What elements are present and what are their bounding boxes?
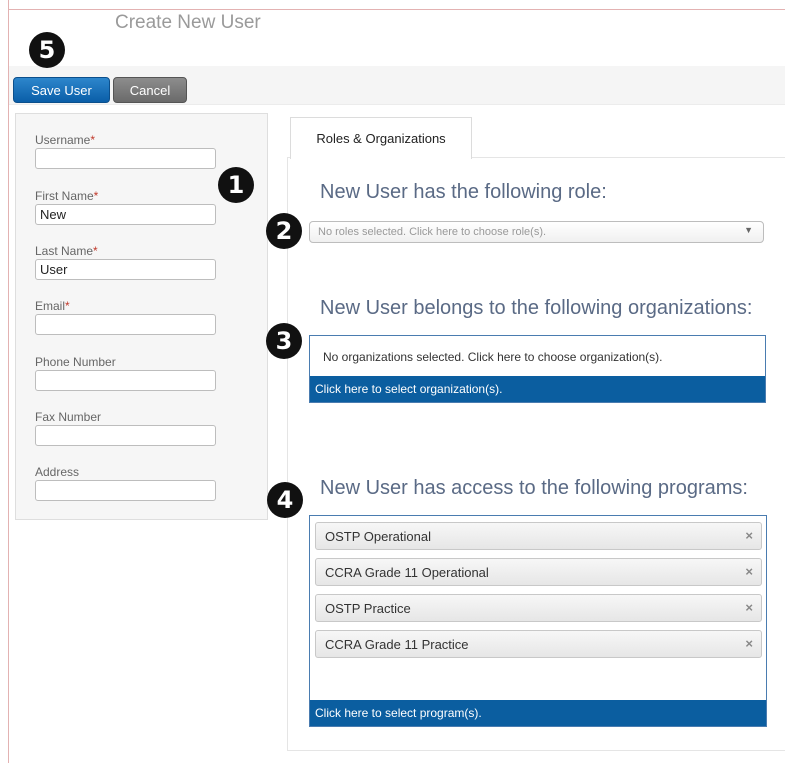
address-input[interactable] (35, 480, 216, 501)
roles-heading: New User has the following role: (320, 181, 607, 203)
frame-border-left (8, 0, 9, 763)
page-title: Create New User (115, 12, 261, 33)
save-user-button[interactable]: Save User (13, 77, 110, 103)
step-badge: 4 (267, 482, 303, 518)
fax-input[interactable] (35, 425, 216, 446)
select-organizations-link[interactable]: Click here to select organization(s). (310, 376, 765, 402)
frame-border-top (8, 9, 785, 10)
remove-icon[interactable]: × (745, 528, 753, 543)
role-select[interactable]: No roles selected. Click here to choose … (309, 221, 764, 243)
organizations-empty-text[interactable]: No organizations selected. Click here to… (323, 350, 663, 364)
program-chip: CCRA Grade 11 Operational × (315, 558, 762, 586)
email-input[interactable] (35, 314, 216, 335)
fax-label: Fax Number (35, 410, 102, 424)
program-chip-label: CCRA Grade 11 Operational (325, 565, 489, 580)
chevron-down-icon: ▼ (744, 225, 753, 235)
phone-input[interactable] (35, 370, 216, 391)
programs-heading: New User has access to the following pro… (320, 477, 748, 499)
phone-label: Phone Number (35, 355, 116, 369)
step-badge: 2 (266, 213, 302, 249)
tab-roles-organizations[interactable]: Roles & Organizations (290, 117, 472, 159)
first-name-input[interactable] (35, 204, 216, 225)
step-badge: 3 (266, 323, 302, 359)
program-chip: OSTP Practice × (315, 594, 762, 622)
step-badge: 5 (29, 32, 65, 68)
program-chip: CCRA Grade 11 Practice × (315, 630, 762, 658)
programs-box: OSTP Operational × CCRA Grade 11 Operati… (309, 515, 767, 727)
program-chip: OSTP Operational × (315, 522, 762, 550)
select-programs-link[interactable]: Click here to select program(s). (310, 700, 766, 726)
cancel-button[interactable]: Cancel (113, 77, 187, 103)
remove-icon[interactable]: × (745, 636, 753, 651)
organizations-box[interactable]: No organizations selected. Click here to… (309, 335, 766, 403)
username-label: Username* (35, 133, 96, 147)
program-chip-label: CCRA Grade 11 Practice (325, 637, 469, 652)
organizations-heading: New User belongs to the following organi… (320, 297, 753, 319)
email-label: Email* (35, 299, 70, 313)
address-label: Address (35, 465, 80, 479)
remove-icon[interactable]: × (745, 600, 753, 615)
role-select-placeholder: No roles selected. Click here to choose … (318, 226, 547, 238)
last-name-label: Last Name* (35, 244, 98, 258)
remove-icon[interactable]: × (745, 564, 753, 579)
username-input[interactable] (35, 148, 216, 169)
first-name-label: First Name* (35, 189, 99, 203)
program-chip-label: OSTP Practice (325, 601, 411, 616)
step-badge: 1 (218, 167, 254, 203)
last-name-input[interactable] (35, 259, 216, 280)
program-chip-label: OSTP Operational (325, 529, 431, 544)
